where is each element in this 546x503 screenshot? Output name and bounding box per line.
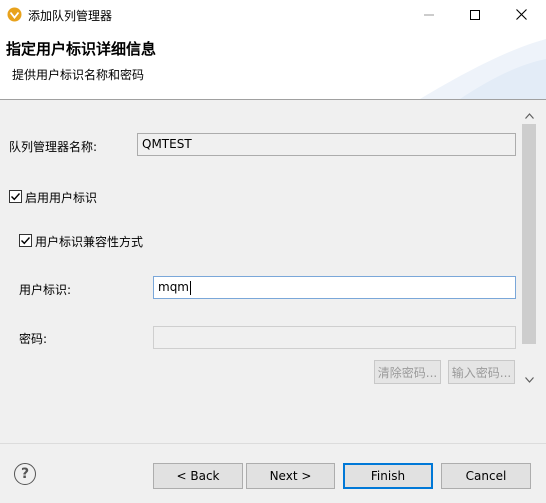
close-button[interactable] <box>498 0 544 29</box>
maximize-icon <box>470 9 480 20</box>
finish-button[interactable]: Finish <box>343 463 433 489</box>
minimize-icon <box>424 14 434 15</box>
chevron-up-icon <box>524 113 534 119</box>
password-input[interactable] <box>153 326 516 349</box>
chevron-down-icon <box>524 377 534 383</box>
password-label: 密码: <box>19 332 48 346</box>
checkmark-icon <box>21 237 31 245</box>
enable-userid-checkbox[interactable] <box>9 190 22 203</box>
next-button[interactable]: Next > <box>246 463 335 489</box>
qmgr-name-label: 队列管理器名称: <box>9 140 98 154</box>
checkmark-icon <box>11 193 21 201</box>
text-cursor <box>190 280 191 295</box>
page-title: 指定用户标识详细信息 <box>6 40 157 58</box>
minimize-button[interactable] <box>406 0 452 29</box>
app-icon <box>7 7 22 22</box>
enter-password-button[interactable]: 输入密码... <box>448 360 515 384</box>
maximize-button[interactable] <box>452 0 498 29</box>
header-banner: 指定用户标识详细信息 提供用户标识名称和密码 <box>0 29 546 99</box>
compat-mode-checkbox[interactable] <box>19 234 32 247</box>
footer-divider <box>0 443 546 444</box>
page-description: 提供用户标识名称和密码 <box>12 68 145 82</box>
help-button[interactable]: ? <box>14 463 36 485</box>
userid-label: 用户标识: <box>19 283 72 297</box>
title-bar: 添加队列管理器 <box>0 0 546 29</box>
userid-input[interactable]: mqm <box>153 276 516 299</box>
back-button[interactable]: < Back <box>153 463 243 489</box>
scroll-down-arrow[interactable] <box>522 373 536 387</box>
compat-mode-label: 用户标识兼容性方式 <box>35 235 144 249</box>
clear-password-button[interactable]: 清除密码... <box>374 360 441 384</box>
window-title: 添加队列管理器 <box>28 9 113 23</box>
scroll-up-arrow[interactable] <box>522 109 536 123</box>
cancel-button[interactable]: Cancel <box>441 463 531 489</box>
qmgr-name-field: QMTEST <box>137 133 516 156</box>
close-icon <box>515 9 527 20</box>
scrollbar-thumb[interactable] <box>522 124 536 344</box>
userid-value: mqm <box>158 280 189 294</box>
enable-userid-label: 启用用户标识 <box>25 191 98 205</box>
